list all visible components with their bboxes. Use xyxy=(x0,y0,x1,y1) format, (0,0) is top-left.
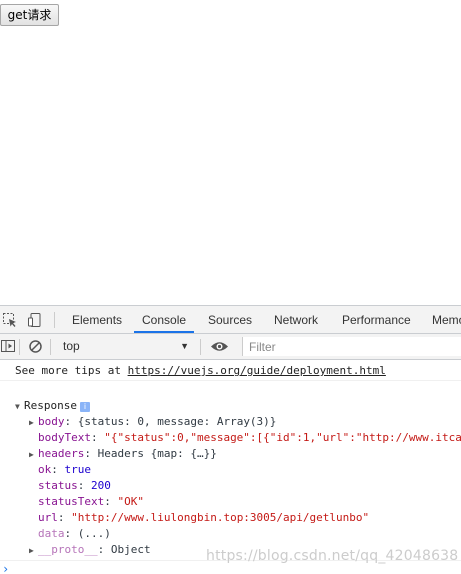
tab-network[interactable]: Network xyxy=(274,306,318,333)
property-value: true xyxy=(64,463,92,476)
dropdown-arrow-icon: ▼ xyxy=(180,341,189,351)
tab-console[interactable]: Console xyxy=(134,306,195,333)
property-value: Object xyxy=(110,543,151,556)
live-expression-eye-icon[interactable] xyxy=(210,339,229,354)
watermark: https://blog.csdn.net/qq_42048638 xyxy=(206,548,459,564)
property-value: "OK" xyxy=(117,495,144,508)
toolbar-divider xyxy=(19,339,20,355)
expanded-triangle-icon[interactable]: ▼ xyxy=(15,399,24,415)
console-output: See more tips at https://vuejs.org/guide… xyxy=(0,360,461,574)
collapsed-triangle-icon[interactable]: ▶ xyxy=(29,415,38,431)
property-value: "http://www.liulongbin.top:3005/api/getl… xyxy=(71,511,370,524)
devtools-panel: Elements Console Sources Network Perform… xyxy=(0,305,461,574)
inspect-element-icon[interactable] xyxy=(2,312,18,328)
property-key: status xyxy=(38,479,78,492)
object-name: Response xyxy=(24,399,77,412)
context-label: top xyxy=(63,339,80,353)
property-key: __proto__ xyxy=(38,543,98,556)
tab-memory[interactable]: Memo xyxy=(432,306,461,333)
devtools-tabbar: Elements Console Sources Network Perform… xyxy=(0,305,461,334)
console-message: See more tips at https://vuejs.org/guide… xyxy=(0,362,461,381)
property-value: {status: 0, message: Array(3)} xyxy=(77,415,277,428)
property-key: statusText xyxy=(38,495,105,508)
property-value: 200 xyxy=(91,479,111,492)
show-sidebar-icon[interactable] xyxy=(1,339,16,354)
toolbar-divider xyxy=(50,339,51,355)
property-key: bodyText xyxy=(38,431,91,444)
context-selector[interactable]: top ▼ xyxy=(55,337,195,356)
property-value[interactable]: (...) xyxy=(78,527,111,540)
console-filterbar: top ▼ xyxy=(0,334,461,360)
tab-elements[interactable]: Elements xyxy=(72,306,122,333)
property-key: body xyxy=(38,415,65,428)
device-toolbar-icon[interactable] xyxy=(27,312,43,328)
filter-input[interactable] xyxy=(242,337,461,356)
property-value: Headers {map: {…}} xyxy=(97,447,217,460)
prompt-chevron-icon: › xyxy=(2,562,10,574)
tip-text: See more tips at xyxy=(15,364,128,377)
get-request-button[interactable]: get请求 xyxy=(0,4,59,26)
clear-console-icon[interactable] xyxy=(28,339,43,354)
toolbar-divider xyxy=(200,339,201,355)
property-key: headers xyxy=(38,447,85,460)
tab-performance[interactable]: Performance xyxy=(342,306,411,333)
property-key: url xyxy=(38,511,58,524)
info-icon[interactable]: i xyxy=(79,402,90,412)
collapsed-triangle-icon[interactable]: ▶ xyxy=(29,447,38,463)
collapsed-triangle-icon[interactable]: ▶ xyxy=(29,543,38,559)
toolbar-divider xyxy=(54,312,55,328)
tip-link[interactable]: https://vuejs.org/guide/deployment.html xyxy=(128,364,386,377)
property-key: data xyxy=(38,527,65,540)
tab-sources[interactable]: Sources xyxy=(208,306,252,333)
property-value: "{"status":0,"message":[{"id":1,"url":"h… xyxy=(104,431,461,444)
property-key: ok xyxy=(38,463,52,476)
